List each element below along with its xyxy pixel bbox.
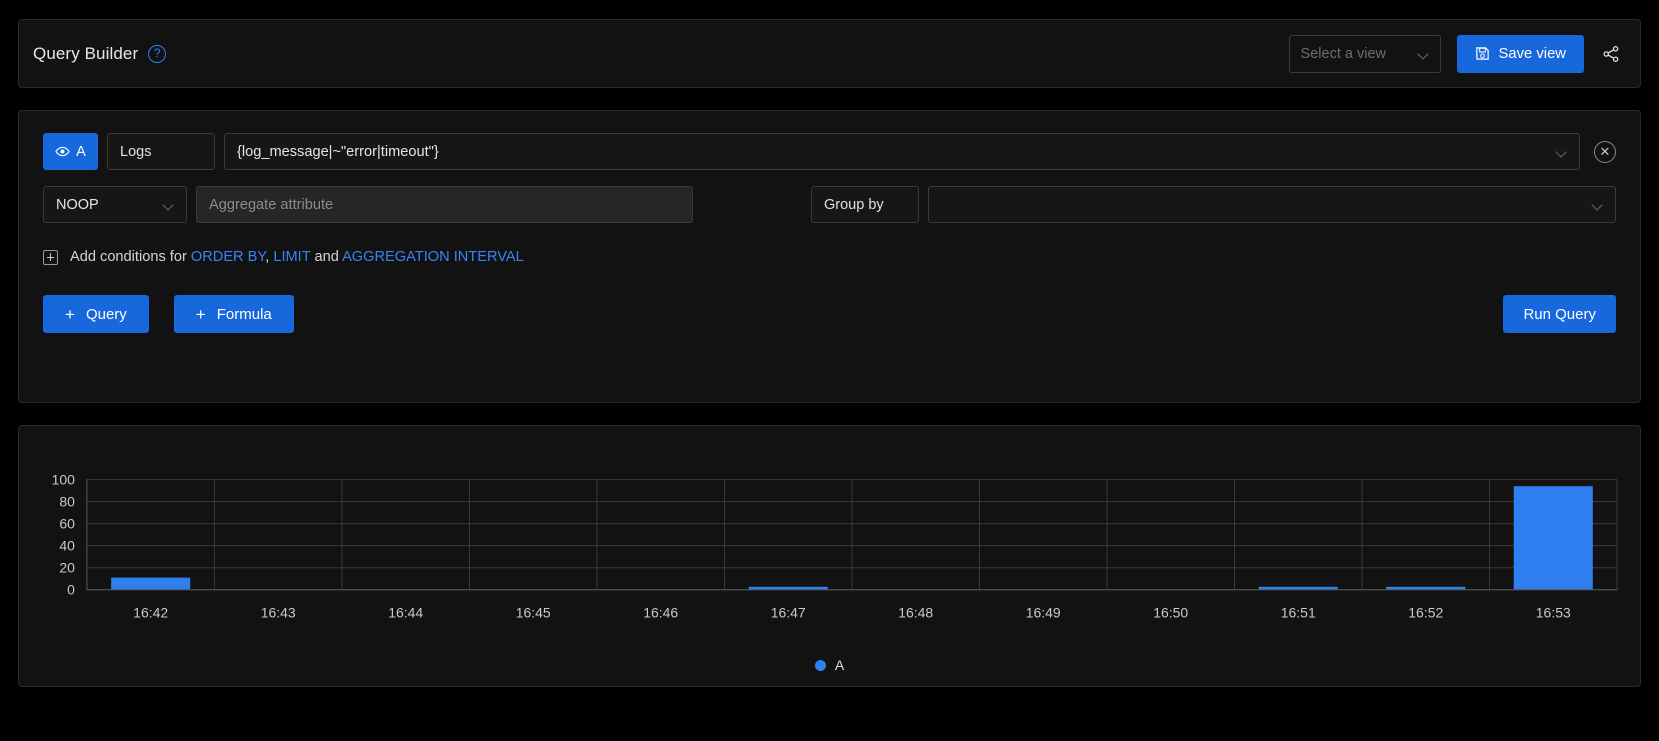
y-axis-tick-label: 60 — [59, 516, 75, 532]
chevron-down-icon — [1593, 200, 1603, 210]
aggregate-function-select[interactable]: NOOP — [43, 186, 187, 223]
add-conditions-text: Add conditions for ORDER BY, LIMIT and A… — [70, 249, 524, 265]
add-query-button[interactable]: + Query — [43, 295, 149, 333]
eye-icon — [55, 146, 70, 157]
legend-color-swatch — [814, 659, 826, 671]
run-query-button[interactable]: Run Query — [1503, 295, 1616, 333]
aggregate-function-value: NOOP — [56, 196, 99, 213]
plus-box-icon[interactable] — [43, 249, 58, 265]
add-conditions-prefix: Add conditions for — [70, 249, 187, 265]
add-formula-button[interactable]: + Formula — [173, 295, 294, 333]
x-axis-tick-label: 16:48 — [898, 605, 933, 621]
query-visibility-toggle-a[interactable]: A — [43, 133, 98, 170]
x-axis-tick-label: 16:42 — [133, 605, 168, 621]
add-formula-label: Formula — [216, 305, 272, 323]
aggregation-row: NOOP Aggregate attribute Group by — [43, 186, 1616, 223]
page-title: Query Builder — [33, 43, 139, 63]
x-axis-tick-label: 16:43 — [261, 605, 296, 621]
chevron-down-icon — [1557, 147, 1567, 157]
group-by-input[interactable] — [928, 186, 1616, 223]
x-axis-tick-label: 16:47 — [771, 605, 806, 621]
y-axis-tick-label: 20 — [59, 560, 75, 576]
delete-query-button[interactable]: ✕ — [1594, 140, 1616, 163]
chart-panel: 100 80 60 40 20 0 16:42 16:43 16:44 16:45 16:46 16:… — [18, 425, 1641, 687]
y-axis-tick-label: 0 — [67, 582, 75, 598]
x-axis-tick-label: 16:46 — [643, 605, 678, 621]
x-axis-tick-label: 16:51 — [1281, 605, 1316, 621]
header-actions: Select a view Save view — [1288, 34, 1622, 73]
chevron-down-icon — [164, 200, 174, 210]
chevron-down-icon — [1419, 49, 1429, 59]
select-view-dropdown[interactable]: Select a view — [1288, 34, 1441, 73]
header-title-wrap: Query Builder ? — [33, 43, 167, 64]
builder-actions-row: + Query + Formula Run Query — [43, 295, 1616, 333]
add-conditions-row: Add conditions for ORDER BY, LIMIT and A… — [43, 249, 1616, 265]
y-axis-tick-label: 40 — [59, 538, 75, 554]
save-disk-icon — [1475, 47, 1489, 60]
save-view-button[interactable]: Save view — [1456, 34, 1584, 73]
help-circle-icon[interactable]: ? — [148, 44, 167, 63]
x-axis-tick-label: 16:49 — [1026, 605, 1061, 621]
share-icon — [1603, 45, 1619, 62]
aggregation-interval-link[interactable]: AGGREGATION INTERVAL — [342, 249, 524, 265]
query-expression-value: {log_message|~"error|timeout"} — [237, 143, 439, 160]
share-button[interactable] — [1600, 43, 1622, 65]
chart-bar[interactable] — [1513, 486, 1593, 590]
save-view-label: Save view — [1498, 45, 1566, 62]
x-axis-tick-label: 16:44 — [388, 605, 423, 621]
plus-sign: + — [195, 304, 206, 324]
query-expression-input[interactable]: {log_message|~"error|timeout"} — [224, 133, 1580, 170]
query-row: A Logs {log_message|~"error|timeout"} ✕ — [43, 133, 1616, 170]
group-by-label-text: Group by — [824, 196, 884, 213]
conjunction-and: and — [314, 249, 339, 265]
order-by-link[interactable]: ORDER BY — [191, 249, 265, 265]
group-by-label: Group by — [811, 186, 919, 223]
limit-link[interactable]: LIMIT — [273, 249, 310, 265]
data-source-label: Logs — [120, 143, 152, 160]
header-panel: Query Builder ? Select a view Save view — [18, 19, 1641, 88]
x-axis-tick-label: 16:53 — [1536, 605, 1571, 621]
x-axis-tick-label: 16:45 — [516, 605, 551, 621]
legend-label: A — [834, 657, 845, 673]
query-letter: A — [76, 143, 86, 160]
results-bar-chart[interactable]: 100 80 60 40 20 0 16:42 16:43 16:44 16:45 16:46 16:… — [19, 426, 1640, 686]
y-axis-tick-label: 80 — [59, 494, 75, 510]
aggregate-attribute-input[interactable]: Aggregate attribute — [196, 186, 693, 223]
x-axis-tick-label: 16:50 — [1153, 605, 1188, 621]
aggregate-attribute-placeholder: Aggregate attribute — [209, 196, 334, 213]
add-query-label: Query — [85, 305, 127, 323]
y-axis-tick-label: 100 — [52, 472, 76, 488]
chart-bar[interactable] — [111, 577, 191, 590]
chart-legend: A — [19, 657, 1640, 673]
query-builder-panel: A Logs {log_message|~"error|timeout"} ✕ … — [18, 110, 1641, 403]
comma-separator: , — [265, 249, 270, 265]
select-view-label: Select a view — [1300, 45, 1386, 62]
query-builder-page: Query Builder ? Select a view Save view — [0, 0, 1659, 741]
plus-sign: + — [65, 304, 75, 324]
data-source-select[interactable]: Logs — [107, 133, 215, 170]
x-axis-tick-label: 16:52 — [1408, 605, 1443, 621]
